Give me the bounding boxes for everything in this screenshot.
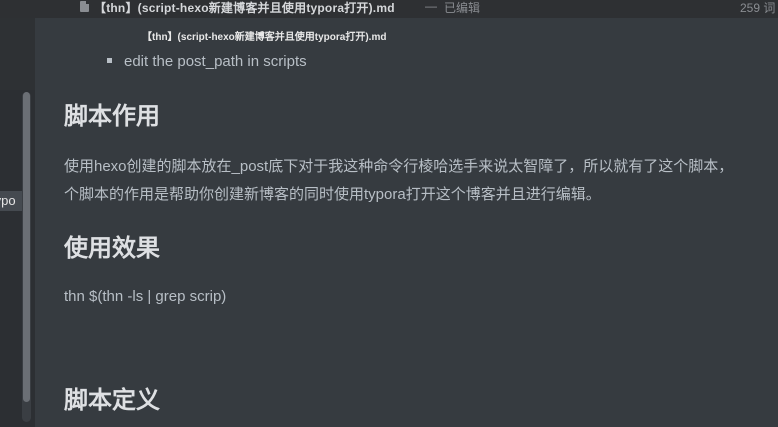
paragraph-line-2[interactable]: 个脚本的作用是帮助你创建新博客的同时使用typora打开这个博客并且进行编辑。 [64,183,601,204]
list-item-text: edit the post_path in scripts [124,53,307,70]
title-separator: — [425,0,437,13]
list-item[interactable]: edit the post_path in scripts [107,53,307,70]
sidebar-file-item-active[interactable]: typo [0,191,22,211]
bullet-icon [107,57,112,63]
title-bar: 【thn】(script-hexo新建博客并且使用typora打开).md — … [0,0,778,18]
heading-script-purpose[interactable]: 脚本作用 [64,96,160,131]
heading-usage-effect[interactable]: 使用效果 [64,228,160,263]
edited-status: 已编辑 [444,1,481,15]
heading-script-definition[interactable]: 脚本定义 [64,380,160,415]
file-sidebar: typo [0,18,35,427]
window-title[interactable]: 【thn】(script-hexo新建博客并且使用typora打开).md [94,0,395,16]
document-icon [80,1,89,12]
paragraph-line-1[interactable]: 使用hexo创建的脚本放在_post底下对于我这种命令行棱哈选手来说太智障了，所… [64,155,733,176]
command-text[interactable]: thn $(thn -ls | grep scrip) [64,288,226,305]
editor-content[interactable]: edit the post_path in scripts 脚本作用 使用hex… [35,18,778,427]
word-count[interactable]: 259 词 [740,0,775,16]
sidebar-header [0,18,35,90]
sidebar-scroll-thumb[interactable] [23,92,30,402]
sidebar-scrollbar[interactable] [22,92,31,422]
